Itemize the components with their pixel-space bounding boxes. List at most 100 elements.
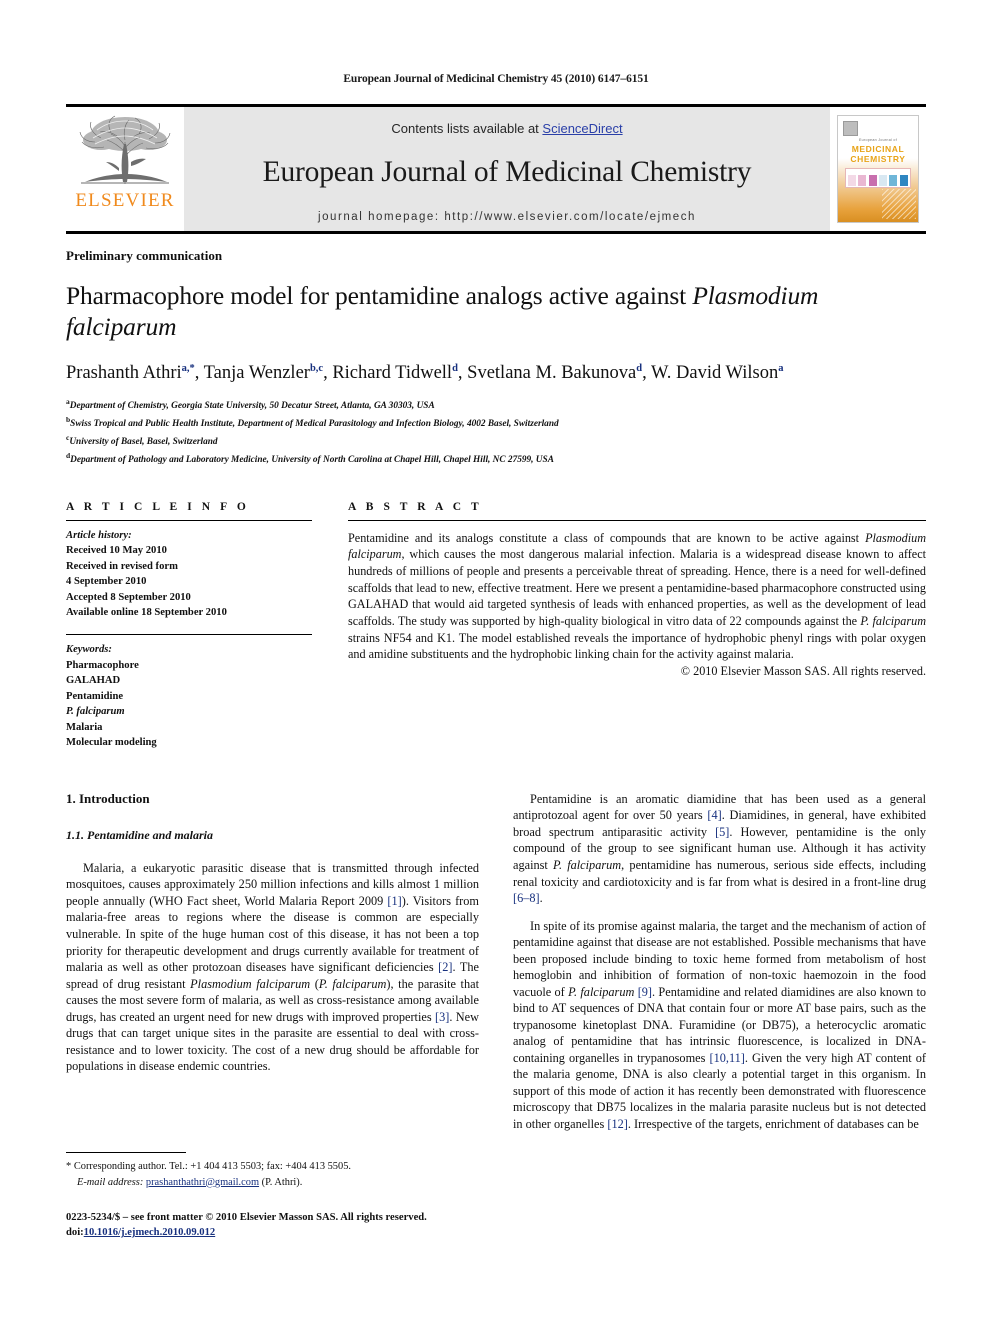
masthead-center: Contents lists available at ScienceDirec…: [184, 107, 830, 231]
history-item: 4 September 2010: [66, 576, 147, 588]
page-title: Pharmacophore model for pentamidine anal…: [66, 280, 926, 343]
email-owner: (P. Athri).: [261, 1176, 303, 1188]
doi-line: doi:10.1016/j.ejmech.2010.09.012: [66, 1225, 566, 1240]
cover-chip: [889, 175, 898, 186]
corresponding-author-note: * Corresponding author. Tel.: +1 404 413…: [66, 1159, 492, 1190]
paragraph: In spite of its promise against malaria,…: [513, 918, 927, 1131]
elsevier-tree-icon: [79, 115, 171, 184]
email-label: E-mail address:: [77, 1176, 144, 1188]
article-info-heading: A R T I C L E I N F O: [66, 500, 250, 513]
elsevier-logo: ELSEVIER: [66, 107, 184, 231]
cover-decorative-lines: [882, 189, 916, 219]
keyword: GALAHAD: [66, 675, 121, 687]
cover-chip: [858, 175, 867, 186]
divider: [66, 633, 312, 635]
author[interactable]: Richard Tidwelld: [332, 363, 458, 383]
affiliation: cUniversity of Basel, Basel, Switzerland: [66, 432, 926, 450]
keywords-label: Keywords:: [66, 643, 112, 655]
author-affil-marker[interactable]: a: [778, 363, 783, 374]
journal-title: European Journal of Medicinal Chemistry: [262, 156, 752, 188]
author[interactable]: W. David Wilsona: [651, 363, 783, 383]
body-columns: 1. Introduction 1.1. Pentamidine and mal…: [66, 791, 926, 1133]
article-type: Preliminary communication: [66, 248, 223, 263]
cover-publisher-label: European Journal of: [858, 138, 898, 142]
body-column-right: Pentamidine is an aromatic diamidine tha…: [513, 791, 926, 1133]
body-column-left: 1. Introduction 1.1. Pentamidine and mal…: [66, 791, 479, 1133]
author-name: Svetlana M. Bakunova: [467, 362, 637, 383]
keywords-block: Keywords: Pharmacophore GALAHAD Pentamid…: [66, 633, 312, 751]
author-name: Richard Tidwell: [332, 362, 453, 383]
corresponding-author-line: * Corresponding author. Tel.: +1 404 413…: [66, 1159, 492, 1175]
keyword: P. falciparum: [66, 706, 125, 718]
journal-homepage-link[interactable]: journal homepage: http://www.elsevier.co…: [318, 211, 696, 223]
journal-cover-thumbnail[interactable]: European Journal of MEDICINAL CHEMISTRY: [830, 107, 926, 231]
title-main: Pharmacophore model for pentamidine anal…: [66, 281, 693, 310]
author-affil-marker[interactable]: d: [636, 363, 642, 374]
divider: [348, 519, 926, 521]
keyword-list: Keywords: Pharmacophore GALAHAD Pentamid…: [66, 642, 312, 751]
affiliation-text: Swiss Tropical and Public Health Institu…: [70, 419, 559, 430]
affiliation: aDepartment of Chemistry, Georgia State …: [66, 396, 926, 414]
article-history: Article history: Received 10 May 2010 Re…: [66, 528, 312, 621]
affiliation-text: Department of Chemistry, Georgia State U…: [69, 401, 435, 412]
author-affil-marker[interactable]: b,c: [310, 363, 323, 374]
running-head: European Journal of Medicinal Chemistry …: [343, 73, 649, 85]
footnote-divider: [66, 1152, 186, 1153]
history-item: Received 10 May 2010: [66, 545, 167, 557]
author-name: W. David Wilson: [650, 362, 779, 383]
footnote-block: * Corresponding author. Tel.: +1 404 413…: [66, 1152, 492, 1190]
author[interactable]: Svetlana M. Bakunovad: [467, 363, 642, 383]
cover-title-line2: CHEMISTRY: [850, 154, 906, 164]
author-affil-marker[interactable]: a,*: [182, 363, 195, 374]
author[interactable]: Prashanth Athria,*: [66, 363, 195, 383]
abstract-panel: A B S T R A C T Pentamidine and its anal…: [348, 501, 926, 751]
abstract-heading: A B S T R A C T: [348, 500, 483, 513]
elsevier-wordmark: ELSEVIER: [75, 190, 175, 211]
email-link[interactable]: prashanthathri@gmail.com: [146, 1177, 259, 1188]
author[interactable]: Tanja Wenzlerb,c: [204, 363, 323, 383]
email-line: E-mail address: prashanthathri@gmail.com…: [66, 1175, 492, 1191]
affiliation-text: Department of Pathology and Laboratory M…: [70, 455, 554, 466]
affiliation: bSwiss Tropical and Public Health Instit…: [66, 414, 926, 432]
keyword: Pharmacophore: [66, 659, 139, 671]
paragraph: Malaria, a eukaryotic parasitic disease …: [66, 860, 480, 1074]
history-item: Received in revised form: [66, 560, 178, 572]
keyword: Malaria: [66, 721, 103, 733]
affiliation: dDepartment of Pathology and Laboratory …: [66, 450, 926, 468]
article-page: European Journal of Medicinal Chemistry …: [0, 0, 992, 1323]
history-item: Available online 18 September 2010: [66, 607, 227, 619]
keyword: Molecular modeling: [66, 737, 157, 749]
footnote-star: *: [66, 1161, 72, 1172]
author-name: Prashanth Athri: [66, 362, 182, 383]
doi-label: doi:: [66, 1227, 84, 1239]
doi-link[interactable]: 10.1016/j.ejmech.2010.09.012: [84, 1227, 216, 1238]
author-name: Tanja Wenzler: [203, 362, 310, 383]
cover-chip: [879, 175, 888, 186]
corresponding-author-text: Corresponding author. Tel.: +1 404 413 5…: [73, 1161, 351, 1172]
cover-chip: [868, 175, 877, 186]
divider: [66, 519, 312, 521]
cover-structure-strip: [845, 168, 911, 188]
cover-title-line1: MEDICINAL: [851, 144, 905, 154]
journal-masthead: ELSEVIER Contents lists available at Sci…: [66, 104, 926, 234]
cover-publisher-icon: [843, 121, 858, 136]
author-affil-marker[interactable]: d: [452, 363, 458, 374]
paragraph: Pentamidine is an aromatic diamidine tha…: [513, 791, 927, 906]
contents-available-line: Contents lists available at ScienceDirec…: [391, 121, 622, 136]
abstract-copyright: © 2010 Elsevier Masson SAS. All rights r…: [680, 663, 926, 678]
article-history-label: Article history:: [66, 529, 132, 541]
cover-chip: [848, 175, 857, 186]
affiliation-text: University of Basel, Basel, Switzerland: [69, 437, 218, 448]
author-list: Prashanth Athria,*, Tanja Wenzlerb,c, Ri…: [66, 362, 784, 383]
section-heading-introduction: 1. Introduction: [66, 790, 150, 806]
abstract-text: Pentamidine and its analogs constitute a…: [348, 530, 926, 662]
keyword: Pentamidine: [66, 690, 124, 702]
sciencedirect-link[interactable]: ScienceDirect: [542, 121, 622, 136]
contents-prefix: Contents lists available at: [391, 121, 543, 136]
issn-copyright-line: 0223-5234/$ – see front matter © 2010 El…: [66, 1212, 427, 1223]
history-item: Accepted 8 September 2010: [66, 591, 191, 603]
cover-image: European Journal of MEDICINAL CHEMISTRY: [837, 115, 919, 223]
subsection-heading-pentamidine-malaria: 1.1. Pentamidine and malaria: [66, 827, 214, 842]
article-info-panel: A R T I C L E I N F O Article history: R…: [66, 501, 312, 751]
affiliation-list: aDepartment of Chemistry, Georgia State …: [66, 396, 926, 469]
